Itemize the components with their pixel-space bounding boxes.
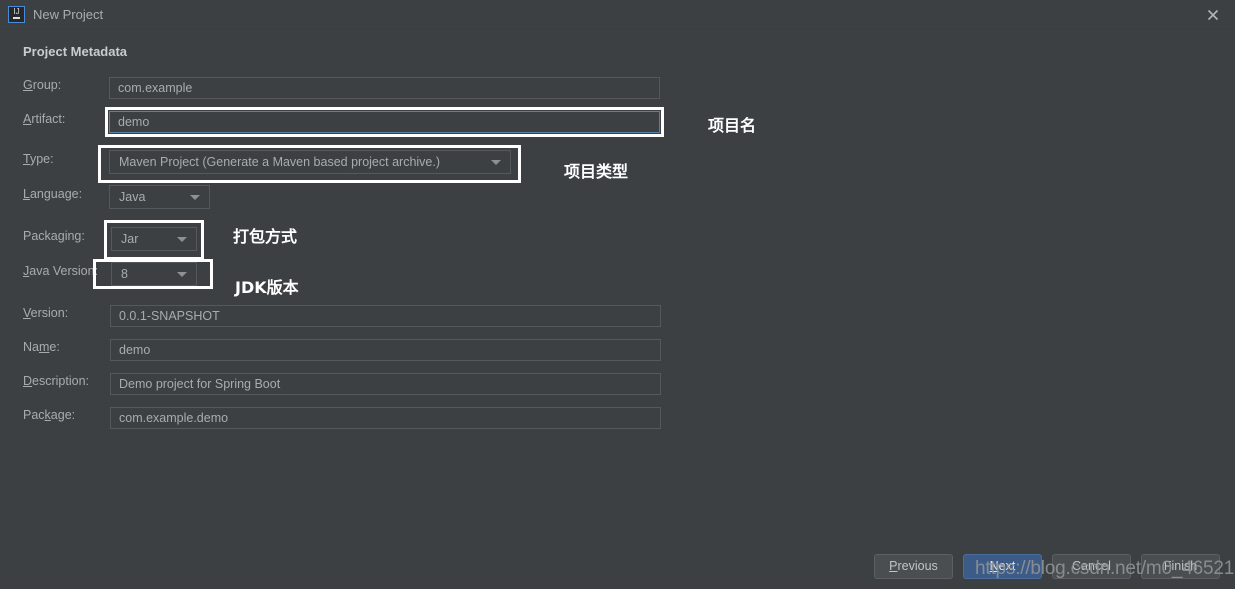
description-input[interactable]: Demo project for Spring Boot xyxy=(110,373,661,395)
project-metadata-form: Group: com.example Artifact: demo Type: … xyxy=(0,0,1235,589)
type-combobox[interactable]: Maven Project (Generate a Maven based pr… xyxy=(109,150,511,174)
packaging-value: Jar xyxy=(121,232,139,246)
annotation-label-jdk-version: JDK版本 xyxy=(235,278,299,297)
previous-button[interactable]: Previous xyxy=(874,554,953,579)
label-artifact: Artifact: xyxy=(23,112,66,126)
language-value: Java xyxy=(119,190,146,204)
chevron-down-icon xyxy=(491,160,501,165)
annotation-label-project-type: 项目类型 xyxy=(564,162,629,181)
java-version-value: 8 xyxy=(121,267,128,281)
watermark-text: https://blog.csdn.net/m0_46521785 xyxy=(975,558,1235,579)
new-project-dialog: IJ New Project Project Metadata Group: c… xyxy=(0,0,1235,589)
version-input[interactable]: 0.0.1-SNAPSHOT xyxy=(110,305,661,327)
label-name: Name: xyxy=(23,340,60,354)
type-value: Maven Project xyxy=(119,155,199,169)
type-hint: (Generate a Maven based project archive.… xyxy=(202,155,441,169)
annotation-label-packaging: 打包方式 xyxy=(233,227,298,246)
name-input[interactable]: demo xyxy=(110,339,661,361)
group-input[interactable]: com.example xyxy=(109,77,660,99)
label-java-version: Java Version: xyxy=(23,264,99,278)
label-packaging: Packaging: xyxy=(23,229,85,243)
artifact-input[interactable]: demo xyxy=(109,111,660,133)
chevron-down-icon xyxy=(177,272,187,277)
language-combobox[interactable]: Java xyxy=(109,185,210,209)
java-version-combobox[interactable]: 8 xyxy=(111,262,197,286)
label-version: Version: xyxy=(23,306,69,320)
chevron-down-icon xyxy=(190,195,200,200)
package-input[interactable]: com.example.demo xyxy=(110,407,661,429)
chevron-down-icon xyxy=(177,237,187,242)
annotation-label-project-name: 项目名 xyxy=(708,116,757,135)
label-language: Language: xyxy=(23,187,83,201)
label-description: Description: xyxy=(23,374,90,388)
packaging-combobox[interactable]: Jar xyxy=(111,227,197,251)
label-type: Type: xyxy=(23,152,54,166)
label-package: Package: xyxy=(23,408,76,422)
label-group: Group: xyxy=(23,78,62,92)
